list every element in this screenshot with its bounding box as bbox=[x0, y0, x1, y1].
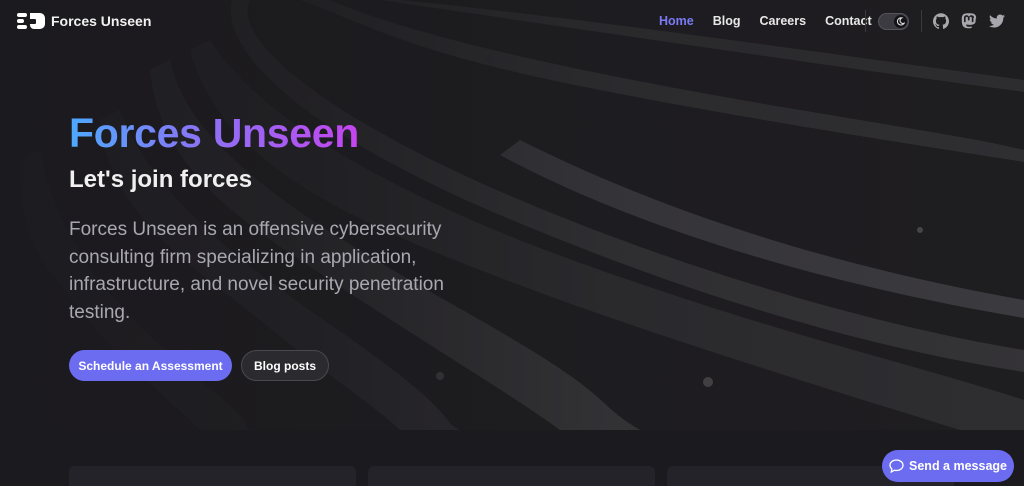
mastodon-icon[interactable] bbox=[961, 13, 977, 29]
navbar: Forces Unseen Home Blog Careers Contact bbox=[0, 0, 1024, 44]
nav-blog[interactable]: Blog bbox=[713, 14, 741, 28]
nav-careers[interactable]: Careers bbox=[760, 14, 807, 28]
theme-toggle[interactable] bbox=[878, 13, 909, 30]
moon-icon bbox=[894, 15, 907, 28]
feature-card bbox=[69, 466, 356, 486]
hero-description: Forces Unseen is an offensive cybersecur… bbox=[69, 219, 444, 323]
twitter-icon[interactable] bbox=[989, 13, 1005, 29]
hero-title: Forces Unseen bbox=[69, 110, 360, 156]
hero-subtitle: Let's join forces bbox=[69, 166, 253, 193]
schedule-assessment-button[interactable]: Schedule an Assessment bbox=[69, 350, 232, 381]
brand-name: Forces Unseen bbox=[51, 13, 152, 29]
forces-unseen-logo-icon bbox=[17, 13, 45, 29]
nav-links: Home Blog Careers Contact bbox=[659, 14, 891, 28]
nav-home[interactable]: Home bbox=[659, 14, 694, 28]
nav-divider bbox=[865, 10, 866, 32]
brand[interactable]: Forces Unseen bbox=[17, 11, 151, 31]
send-message-button[interactable]: Send a message bbox=[882, 450, 1014, 482]
feature-card bbox=[368, 466, 655, 486]
send-message-label: Send a message bbox=[909, 459, 1007, 473]
blog-posts-button[interactable]: Blog posts bbox=[241, 350, 329, 381]
chat-bubble-icon bbox=[889, 459, 904, 473]
nav-divider bbox=[921, 10, 922, 32]
github-icon[interactable] bbox=[933, 13, 949, 29]
